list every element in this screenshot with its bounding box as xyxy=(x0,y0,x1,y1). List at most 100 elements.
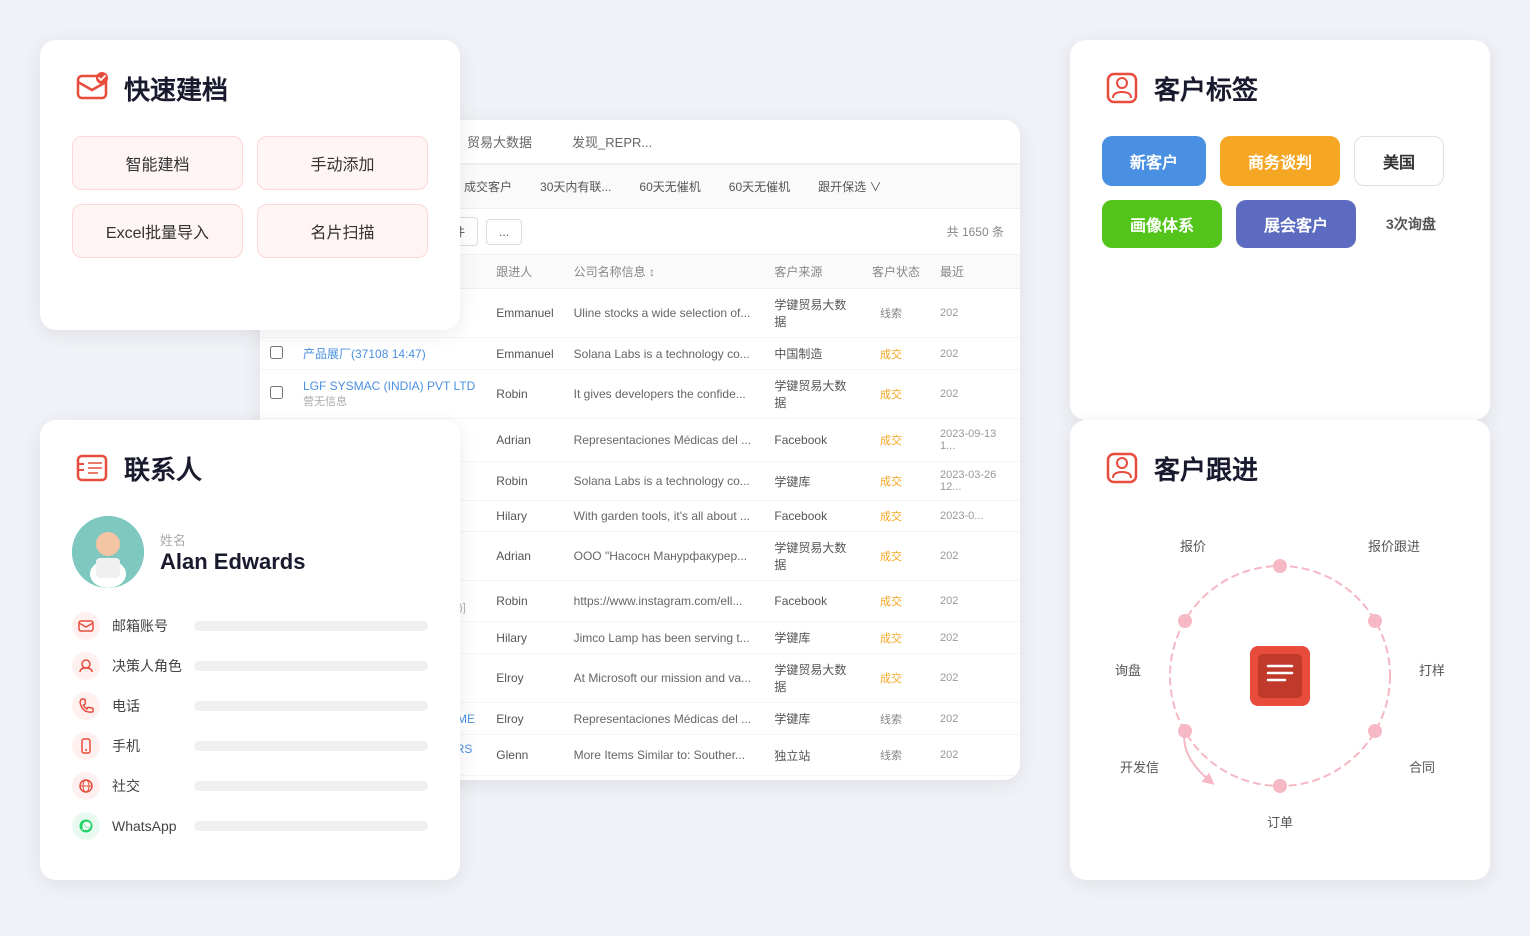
row-owner: Adrian xyxy=(486,532,563,581)
field-email: 邮箱账号 xyxy=(72,612,428,640)
row-owner: Elroy xyxy=(486,654,563,703)
contact-fields: 邮箱账号 决策人角色 电话 手机 xyxy=(72,612,428,840)
subtab-60day-2[interactable]: 60天无催机 xyxy=(717,173,802,200)
row-status: 成交 xyxy=(862,419,930,462)
row-desc: Representaciones Médicas del ... xyxy=(564,419,765,462)
col-desc: 公司名称信息 ↕ xyxy=(564,255,765,289)
row-desc: With garden tools, it's all about ... xyxy=(564,501,765,532)
row-status: 成交 xyxy=(862,501,930,532)
tab-trade-data[interactable]: 贸易大数据 xyxy=(447,120,552,165)
tag-inquiry-count[interactable]: 3次询盘 xyxy=(1370,200,1452,248)
row-checkbox[interactable] xyxy=(260,370,293,419)
mobile-value-bar xyxy=(194,741,428,751)
decision-maker-icon xyxy=(72,652,100,680)
tab-discover[interactable]: 发现_REPR... xyxy=(552,120,672,165)
label-contract: 合同 xyxy=(1409,757,1435,776)
tags-icon xyxy=(1102,68,1142,108)
row-company: LGF SYSMAC (INDIA) PVT LTD 营无信息 xyxy=(293,370,486,419)
row-date: 202 xyxy=(930,581,1020,622)
decision-maker-label: 决策人角色 xyxy=(112,656,182,676)
followup-card: 客户跟进 报价 报价跟进 询盘 xyxy=(1070,420,1490,880)
tags-title-row: 客户标签 xyxy=(1102,68,1458,108)
row-status: 成交 xyxy=(862,532,930,581)
customer-tags-card: 客户标签 新客户 商务谈判 美国 画像体系 展会客户 3次询盘 xyxy=(1070,40,1490,420)
label-inquiry: 询盘 xyxy=(1115,660,1141,679)
tag-business-negotiation[interactable]: 商务谈判 xyxy=(1220,136,1340,186)
contact-avatar-section: 姓名 Alan Edwards xyxy=(72,516,428,588)
subtab-60day-1[interactable]: 60天无催机 xyxy=(627,173,712,200)
row-status: 成交 xyxy=(862,581,930,622)
tag-new-customer[interactable]: 新客户 xyxy=(1102,136,1206,186)
row-date: 202 xyxy=(930,654,1020,703)
row-checkbox[interactable] xyxy=(260,338,293,370)
row-owner: Robin xyxy=(486,462,563,501)
label-dev-letter: 开发信 xyxy=(1120,757,1159,776)
row-source: Facebook xyxy=(764,419,862,462)
col-source: 客户来源 xyxy=(764,255,862,289)
row-date: 202 xyxy=(930,703,1020,735)
tag-usa[interactable]: 美国 xyxy=(1354,136,1444,186)
phone-value-bar xyxy=(194,701,428,711)
row-source: 学键贸易大数据 xyxy=(764,370,862,419)
whatsapp-icon xyxy=(72,812,100,840)
row-status: 成交 xyxy=(862,370,930,419)
row-date: 2023-0... xyxy=(930,501,1020,532)
row-status: 成交 xyxy=(862,462,930,501)
row-owner: Adrian xyxy=(486,419,563,462)
row-desc: ООО "Насосн Манурфакурер... xyxy=(564,532,765,581)
toolbar-more-btn[interactable]: ... xyxy=(486,219,522,245)
decision-maker-value-bar xyxy=(194,661,428,671)
email-icon xyxy=(72,612,100,640)
smart-archive-button[interactable]: 智能建档 xyxy=(72,136,243,190)
mobile-icon xyxy=(72,732,100,760)
row-source: Facebook xyxy=(764,581,862,622)
subtab-30day[interactable]: 30天内有联... xyxy=(528,173,623,200)
field-whatsapp: WhatsApp xyxy=(72,812,428,840)
row-source: Facebook xyxy=(764,501,862,532)
followup-title-row: 客户跟进 xyxy=(1102,448,1458,488)
row-desc: Solana Labs is a technology co... xyxy=(564,462,765,501)
mobile-label: 手机 xyxy=(112,736,182,756)
row-owner: Hilary xyxy=(486,622,563,654)
table-row[interactable]: LGF SYSMAC (INDIA) PVT LTD 营无信息 Robin It… xyxy=(260,370,1020,419)
whatsapp-value-bar xyxy=(194,821,428,831)
social-label: 社交 xyxy=(112,776,182,796)
row-owner: Robin xyxy=(486,581,563,622)
tag-exhibition-customer[interactable]: 展会客户 xyxy=(1236,200,1356,248)
email-label: 邮箱账号 xyxy=(112,616,182,636)
contact-avatar xyxy=(72,516,144,588)
field-phone: 电话 xyxy=(72,692,428,720)
tag-portrait-system[interactable]: 画像体系 xyxy=(1102,200,1222,248)
row-desc: Representaciones Médicas del ... xyxy=(564,703,765,735)
archive-buttons-grid: 智能建档 手动添加 Excel批量导入 名片扫描 xyxy=(72,136,428,258)
row-source: 独立站 xyxy=(764,735,862,776)
row-owner: Glenn xyxy=(486,735,563,776)
quick-archive-title-row: 快速建档 xyxy=(72,68,428,108)
row-company: 产品展厂(37108 14:47) xyxy=(293,338,486,370)
subtab-deals[interactable]: 成交客户 xyxy=(452,173,524,200)
whatsapp-label: WhatsApp xyxy=(112,818,182,834)
tags-title: 客户标签 xyxy=(1154,70,1258,107)
followup-title: 客户跟进 xyxy=(1154,450,1258,487)
row-status: 成交 xyxy=(862,622,930,654)
row-date: 2023-03-26 12... xyxy=(930,462,1020,501)
row-desc: Uline stocks a wide selection of... xyxy=(564,289,765,338)
row-source: 中国制造 xyxy=(764,338,862,370)
followup-radar: 报价 报价跟进 询盘 打样 开发信 合同 订单 xyxy=(1120,516,1440,836)
row-status: 线索 xyxy=(862,289,930,338)
row-desc: At Microsoft our mission and va... xyxy=(564,654,765,703)
label-quote: 报价 xyxy=(1180,536,1206,555)
followup-radar-svg xyxy=(1120,516,1440,836)
row-desc: Amarjothi Spinning Mills Ltd. Ab... xyxy=(564,776,765,781)
field-mobile: 手机 xyxy=(72,732,428,760)
contacts-icon xyxy=(72,448,112,488)
manual-add-button[interactable]: 手动添加 xyxy=(257,136,428,190)
subtab-filter[interactable]: 跟开保选 ∨ xyxy=(806,173,893,200)
row-source: 学键贸易大数据 xyxy=(764,654,862,703)
excel-import-button[interactable]: Excel批量导入 xyxy=(72,204,243,258)
row-status: 成交 xyxy=(862,654,930,703)
row-source: 学键库 xyxy=(764,703,862,735)
table-row[interactable]: 产品展厂(37108 14:47) Emmanuel Solana Labs i… xyxy=(260,338,1020,370)
card-scan-button[interactable]: 名片扫描 xyxy=(257,204,428,258)
contact-name: Alan Edwards xyxy=(160,549,305,575)
